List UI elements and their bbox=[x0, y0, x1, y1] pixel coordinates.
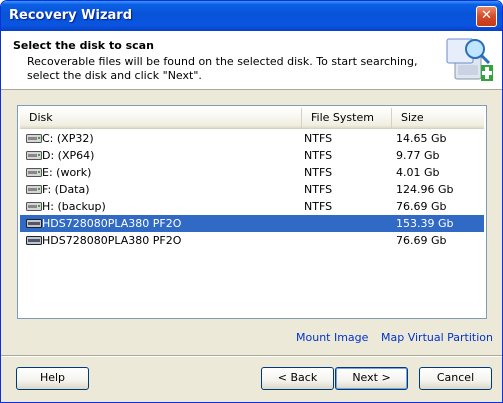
disk-row[interactable]: C: (XP32) NTFS 14.65 Gb bbox=[20, 130, 484, 147]
map-virtual-partition-link[interactable]: Map Virtual Partition bbox=[381, 331, 493, 344]
window-title: Recovery Wizard bbox=[9, 8, 133, 23]
partition-disk-icon bbox=[26, 202, 42, 211]
disk-size: 76.69 Gb bbox=[396, 200, 447, 213]
disk-size: 9.77 Gb bbox=[396, 149, 440, 162]
disk-size: 76.69 Gb bbox=[396, 234, 447, 247]
footer-divider bbox=[1, 355, 502, 357]
file-system: NTFS bbox=[304, 200, 333, 213]
next-button[interactable]: Next > bbox=[335, 367, 408, 390]
file-system: NTFS bbox=[304, 183, 333, 196]
column-header-size[interactable]: Size bbox=[392, 108, 484, 129]
disk-size: 153.39 Gb bbox=[396, 217, 454, 230]
disk-row[interactable]: HDS728080PLA380 PF2O 76.69 Gb bbox=[20, 232, 484, 249]
content-area: Disk File System Size C: (XP32) NTFS 14.… bbox=[1, 91, 502, 356]
step-description: Recoverable files will be found on the s… bbox=[27, 55, 418, 82]
physical-disk-icon bbox=[26, 236, 42, 245]
disk-name: F: (Data) bbox=[42, 183, 90, 196]
partition-disk-icon bbox=[26, 151, 42, 160]
wizard-header: Select the disk to scan Recoverable file… bbox=[1, 31, 502, 90]
disk-name: HDS728080PLA380 PF2O bbox=[42, 234, 182, 247]
disk-row[interactable]: E: (work) NTFS 4.01 Gb bbox=[20, 164, 484, 181]
disk-magnifier-icon bbox=[446, 38, 493, 81]
disk-list-panel: Disk File System Size C: (XP32) NTFS 14.… bbox=[17, 105, 487, 319]
disk-name: HDS728080PLA380 PF2O bbox=[42, 217, 182, 230]
disk-name: D: (XP64) bbox=[42, 149, 95, 162]
back-button[interactable]: < Back bbox=[261, 367, 334, 390]
column-header-disk[interactable]: Disk bbox=[20, 108, 302, 129]
disk-name: E: (work) bbox=[42, 166, 92, 179]
disk-row-selected[interactable]: HDS728080PLA380 PF2O 153.39 Gb bbox=[20, 215, 484, 232]
disk-size: 14.65 Gb bbox=[396, 132, 447, 145]
cancel-button[interactable]: Cancel bbox=[419, 367, 492, 390]
disk-name: C: (XP32) bbox=[42, 132, 94, 145]
disk-size: 124.96 Gb bbox=[396, 183, 454, 196]
disk-size: 4.01 Gb bbox=[396, 166, 440, 179]
mount-image-link[interactable]: Mount Image bbox=[296, 331, 368, 344]
disk-row[interactable]: F: (Data) NTFS 124.96 Gb bbox=[20, 181, 484, 198]
title-bar[interactable]: Recovery Wizard ✕ bbox=[1, 1, 502, 31]
step-title: Select the disk to scan bbox=[13, 39, 154, 52]
partition-disk-icon bbox=[26, 185, 42, 194]
file-system: NTFS bbox=[304, 166, 333, 179]
file-system: NTFS bbox=[304, 132, 333, 145]
partition-disk-icon bbox=[26, 168, 42, 177]
close-button[interactable]: ✕ bbox=[476, 6, 497, 27]
partition-disk-icon bbox=[26, 134, 42, 143]
disk-row[interactable]: H: (backup) NTFS 76.69 Gb bbox=[20, 198, 484, 215]
column-header-file-system[interactable]: File System bbox=[302, 108, 392, 129]
disk-name: H: (backup) bbox=[42, 200, 106, 213]
disk-list[interactable]: Disk File System Size C: (XP32) NTFS 14.… bbox=[20, 108, 484, 316]
disk-row[interactable]: D: (XP64) NTFS 9.77 Gb bbox=[20, 147, 484, 164]
help-button[interactable]: Help bbox=[16, 367, 89, 390]
disk-list-header: Disk File System Size bbox=[20, 108, 484, 129]
physical-disk-icon bbox=[26, 219, 42, 228]
file-system: NTFS bbox=[304, 149, 333, 162]
recovery-wizard-window: Recovery Wizard ✕ Select the disk to sca… bbox=[0, 0, 503, 403]
